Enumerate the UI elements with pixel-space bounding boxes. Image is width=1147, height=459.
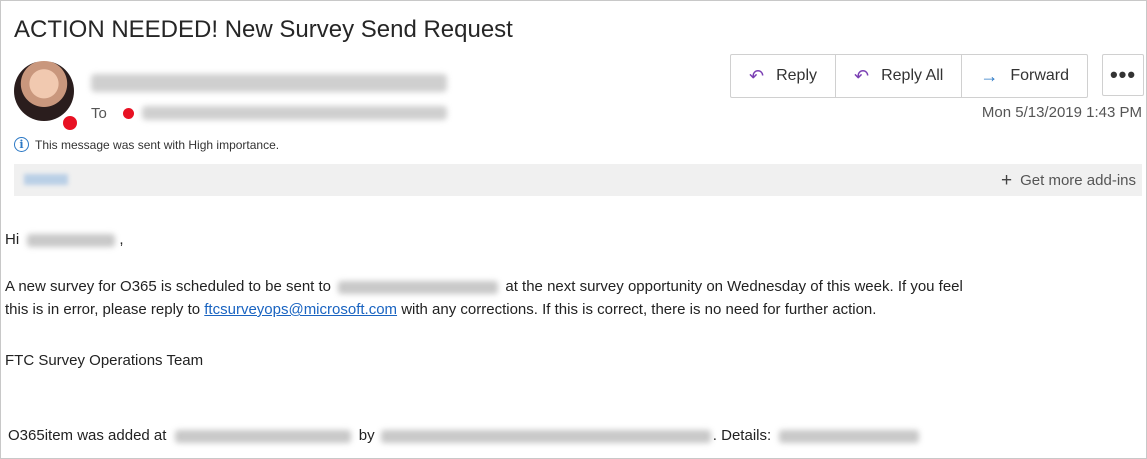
message-actions: ↶ Reply ↶ Reply All → Forward bbox=[730, 54, 1089, 98]
greeting-comma: , bbox=[119, 231, 124, 248]
recipient-row: To bbox=[91, 103, 447, 123]
forward-icon: → bbox=[980, 65, 999, 86]
plus-icon: + bbox=[1001, 170, 1013, 191]
body-paragraph: A new survey for O365 is scheduled to be… bbox=[5, 275, 1140, 321]
reply-icon: ↶ bbox=[749, 65, 765, 86]
reply-all-icon: ↶ bbox=[854, 65, 870, 86]
sender-name-redacted[interactable] bbox=[91, 74, 447, 92]
target-redacted bbox=[338, 280, 499, 294]
signature: FTC Survey Operations Team bbox=[5, 352, 204, 369]
reply-label: Reply bbox=[776, 67, 817, 84]
reply-all-label: Reply All bbox=[881, 67, 944, 84]
addin-bar: + Get more add-ins bbox=[14, 164, 1142, 196]
get-more-addins-button[interactable]: + Get more add-ins bbox=[1001, 171, 1136, 190]
sender-avatar[interactable] bbox=[14, 61, 74, 121]
info-icon: i bbox=[14, 137, 29, 152]
footer-text-2: by bbox=[358, 427, 375, 444]
footer-line: O365item was added at by . Details: bbox=[8, 424, 920, 447]
email-reading-pane: ACTION NEEDED! New Survey Send Request T… bbox=[0, 0, 1147, 459]
reply-button[interactable]: ↶ Reply bbox=[731, 55, 836, 97]
paragraph-text-2: at the next survey opportunity on Wednes… bbox=[505, 278, 963, 295]
timestamp-redacted bbox=[174, 429, 351, 443]
greeting-line: Hi , bbox=[5, 228, 124, 251]
author-redacted bbox=[380, 429, 711, 443]
reply-all-button[interactable]: ↶ Reply All bbox=[836, 55, 963, 97]
footer-text-3: . Details: bbox=[712, 427, 772, 444]
to-label: To bbox=[91, 104, 107, 122]
recipient-presence-icon bbox=[122, 107, 134, 119]
recipient-first-name-redacted bbox=[27, 233, 116, 247]
sent-date: Mon 5/13/2019 1:43 PM bbox=[981, 104, 1142, 121]
paragraph-text-4: with any corrections. If this is correct… bbox=[401, 301, 877, 318]
importance-notice: i This message was sent with High import… bbox=[14, 137, 279, 152]
importance-text: This message was sent with High importan… bbox=[35, 137, 280, 152]
get-more-addins-label: Get more add-ins bbox=[1020, 172, 1136, 189]
more-actions-button[interactable]: ••• bbox=[1102, 54, 1144, 96]
forward-label: Forward bbox=[1010, 67, 1070, 84]
paragraph-text-3: this is in error, please reply to bbox=[5, 301, 201, 318]
details-redacted bbox=[779, 429, 920, 443]
greeting-text: Hi bbox=[5, 231, 20, 248]
more-icon: ••• bbox=[1109, 62, 1137, 87]
forward-button[interactable]: → Forward bbox=[962, 55, 1087, 97]
addin-redacted[interactable] bbox=[24, 174, 68, 185]
recipient-name-redacted[interactable] bbox=[141, 106, 447, 120]
survey-ops-email-link[interactable]: ftcsurveyops@microsoft.com bbox=[204, 301, 397, 318]
presence-busy-icon bbox=[61, 114, 79, 132]
email-subject: ACTION NEEDED! New Survey Send Request bbox=[14, 16, 513, 43]
paragraph-text-1: A new survey for O365 is scheduled to be… bbox=[5, 278, 332, 295]
footer-text-1: O365item was added at bbox=[8, 427, 167, 444]
